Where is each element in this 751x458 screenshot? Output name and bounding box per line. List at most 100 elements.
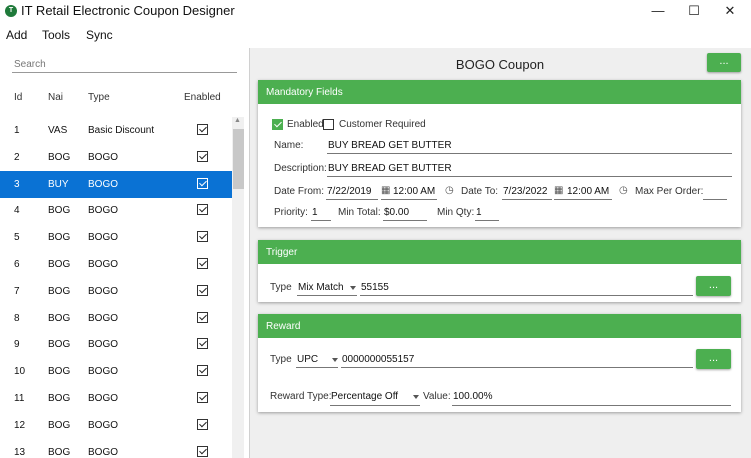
date-from-field[interactable]: 7/22/2019 [327, 186, 372, 197]
table-row[interactable]: 13 BOG BOGO [0, 439, 232, 458]
reward-code-underline [341, 367, 693, 368]
time-from-field[interactable]: 12:00 AM [393, 186, 435, 197]
row-id: 2 [14, 151, 20, 163]
table-row[interactable]: 5 BOG BOGO [0, 224, 232, 251]
menu-sync[interactable]: Sync [86, 28, 113, 42]
row-enabled-checkbox[interactable] [197, 258, 208, 269]
min-total-field[interactable]: $0.00 [384, 207, 409, 218]
table-row[interactable]: 7 BOG BOGO [0, 278, 232, 305]
reward-header: Reward [258, 314, 741, 338]
calendar-icon[interactable]: ▦ [554, 185, 563, 196]
scroll-thumb[interactable] [233, 129, 244, 189]
chevron-down-icon[interactable] [332, 358, 338, 362]
name-field[interactable]: BUY BREAD GET BUTTER [328, 140, 452, 151]
coupon-options-button[interactable]: ... [707, 53, 741, 72]
reward-value-underline [452, 405, 731, 406]
row-type: BOGO [88, 178, 119, 190]
row-id: 8 [14, 312, 20, 324]
chevron-down-icon[interactable] [413, 395, 419, 399]
reward-kind-underline [330, 405, 420, 406]
row-enabled-checkbox[interactable] [197, 204, 208, 216]
row-name: BOG [48, 312, 71, 324]
chevron-down-icon[interactable] [350, 286, 356, 290]
clock-icon[interactable]: ◷ [445, 185, 454, 196]
row-enabled-checkbox[interactable] [197, 311, 208, 323]
priority-underline [311, 220, 331, 221]
column-header-enabled[interactable]: Enabled [184, 92, 221, 103]
row-name: BOG [48, 205, 71, 217]
row-id: 7 [14, 285, 20, 297]
menu-add[interactable]: Add [6, 28, 27, 42]
time-to-underline [554, 199, 612, 200]
reward-value-field[interactable]: 100.00% [453, 391, 492, 402]
row-enabled-checkbox[interactable] [197, 418, 208, 430]
row-enabled-checkbox[interactable] [197, 177, 208, 189]
date-from-label: Date From: [274, 186, 325, 197]
row-enabled-checkbox[interactable] [197, 124, 208, 135]
trigger-type-select[interactable]: Mix Match [298, 282, 344, 293]
trigger-lookup-button[interactable]: ... [696, 276, 731, 296]
table-row[interactable]: 10 BOG BOGO [0, 358, 232, 385]
maximize-button[interactable]: ☐ [676, 0, 712, 22]
table-row[interactable]: 4 BOG BOGO [0, 197, 232, 224]
reward-value-label: Value: [423, 391, 451, 402]
reward-code-field[interactable]: 0000000055157 [342, 354, 414, 365]
table-row[interactable]: 1 VAS Basic Discount [0, 117, 232, 144]
row-enabled-checkbox[interactable] [197, 445, 208, 457]
row-enabled-checkbox[interactable] [197, 284, 208, 296]
row-name: BOG [48, 151, 71, 163]
window-title: IT Retail Electronic Coupon Designer [21, 3, 235, 18]
reward-kind-select[interactable]: Percentage Off [331, 391, 398, 402]
minimize-button[interactable]: — [640, 0, 676, 22]
row-enabled-checkbox[interactable] [197, 392, 208, 403]
table-row[interactable]: 8 BOG BOGO [0, 305, 232, 332]
reward-lookup-button[interactable]: ... [696, 349, 731, 369]
customer-required-checkbox[interactable] [323, 119, 334, 130]
row-name: BOG [48, 339, 71, 351]
description-field[interactable]: BUY BREAD GET BUTTER [328, 163, 452, 174]
clock-icon[interactable]: ◷ [619, 185, 628, 196]
scroll-up-arrow-icon[interactable]: ▲ [234, 117, 241, 124]
close-button[interactable]: ✕ [712, 0, 748, 22]
trigger-code-field[interactable]: 55155 [361, 282, 389, 293]
row-enabled-checkbox[interactable] [197, 365, 208, 377]
row-type: BOGO [88, 205, 119, 217]
row-id: 1 [14, 125, 20, 136]
description-field-underline [327, 176, 732, 177]
row-name: BOG [48, 285, 71, 297]
column-header-id[interactable]: Id [14, 92, 22, 103]
reward-type-underline [296, 367, 338, 368]
row-enabled-checkbox[interactable] [197, 150, 208, 162]
calendar-icon[interactable]: ▦ [381, 185, 390, 196]
column-header-name[interactable]: Nai [48, 92, 63, 103]
row-name: BOG [48, 232, 71, 244]
table-row[interactable]: 2 BOG BOGO [0, 144, 232, 171]
row-name: BOG [48, 366, 71, 378]
row-enabled-checkbox[interactable] [197, 338, 208, 350]
priority-field[interactable]: 1 [312, 207, 318, 218]
trigger-card: Trigger Type Mix Match 55155 ... [258, 240, 741, 302]
table-row[interactable]: 3 BUY BOGO [0, 170, 232, 198]
column-header-type[interactable]: Type [88, 92, 110, 103]
table-row[interactable]: 9 BOG BOGO [0, 331, 232, 358]
row-name: BUY [48, 178, 69, 190]
table-row[interactable]: 11 BOG BOGO [0, 385, 232, 412]
time-to-field[interactable]: 12:00 AM [567, 186, 609, 197]
row-id: 11 [14, 393, 25, 404]
table-row[interactable]: 6 BOG BOGO [0, 251, 232, 278]
table-row[interactable]: 12 BOG BOGO [0, 412, 232, 439]
date-to-field[interactable]: 7/23/2022 [503, 186, 548, 197]
row-name: BOG [48, 393, 71, 404]
search-input[interactable]: Search [14, 59, 46, 70]
menu-tools[interactable]: Tools [42, 28, 70, 42]
reward-card: Reward Type UPC 0000000055157 ... Reward… [258, 314, 741, 412]
row-name: BOG [48, 259, 71, 270]
date-from-underline [326, 199, 378, 200]
enabled-checkbox[interactable] [272, 119, 283, 130]
reward-type-select[interactable]: UPC [297, 354, 318, 365]
row-enabled-checkbox[interactable] [197, 231, 208, 243]
min-qty-field[interactable]: 1 [476, 207, 482, 218]
coupon-list-scrollbar[interactable]: ▲ [232, 117, 244, 458]
enabled-label: Enabled [287, 119, 324, 130]
min-total-underline [383, 220, 427, 221]
